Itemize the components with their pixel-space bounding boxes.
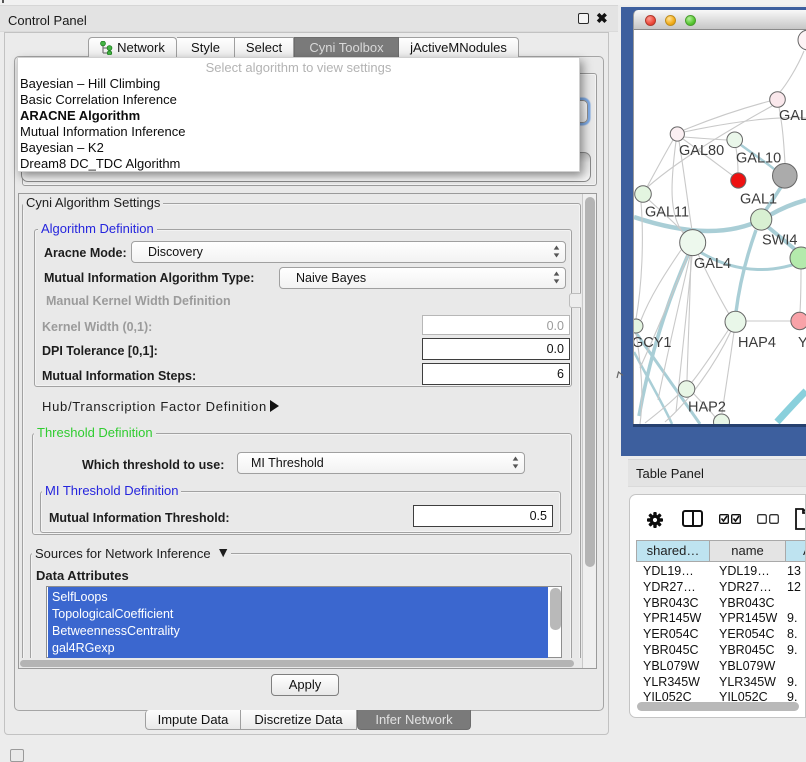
svg-text:HAP4: HAP4 [738, 335, 776, 351]
svg-text:SWI4: SWI4 [762, 233, 797, 249]
svg-text:GAL11: GAL11 [645, 205, 689, 221]
svg-text:GAL1: GAL1 [740, 192, 777, 208]
svg-text:HAP2: HAP2 [688, 400, 726, 416]
svg-text:GAL7: GAL7 [779, 108, 806, 124]
svg-text:GAL4: GAL4 [694, 256, 731, 272]
svg-text:YB: YB [798, 335, 806, 351]
svg-text:GCY1: GCY1 [634, 335, 672, 351]
svg-text:GAL10: GAL10 [736, 151, 781, 167]
svg-text:GAL80: GAL80 [679, 143, 724, 159]
